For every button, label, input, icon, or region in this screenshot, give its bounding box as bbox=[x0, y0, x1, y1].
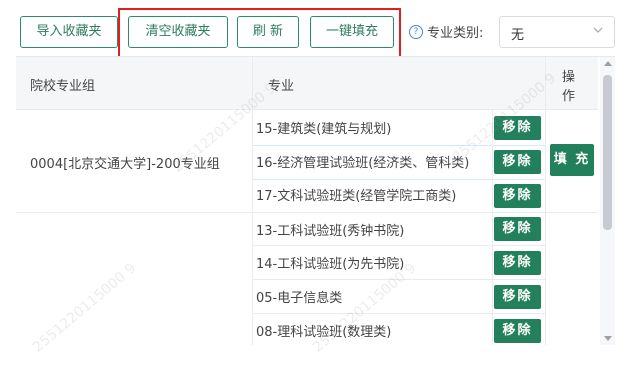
major-name: 08-理科试验班(数理类) bbox=[256, 325, 392, 340]
major-name: 05-电子信息类 bbox=[256, 291, 343, 306]
remove-button[interactable]: 移除 bbox=[494, 251, 541, 275]
major-name: 16-经济管理试验班(经济类、管科类) bbox=[256, 156, 470, 171]
header-action-2: 作 bbox=[562, 89, 576, 104]
major-name: 15-建筑类(建筑与规划) bbox=[256, 122, 392, 137]
scroll-down-arrow-icon[interactable] bbox=[604, 336, 612, 341]
header-major: 专业 bbox=[268, 79, 295, 94]
remove-button[interactable]: 移除 bbox=[494, 184, 541, 208]
header-school: 院校专业组 bbox=[30, 79, 96, 94]
import-favorites-button[interactable]: 导入收藏夹 bbox=[20, 16, 118, 48]
major-name: 14-工科试验班(为先书院) bbox=[256, 257, 405, 272]
table-header bbox=[16, 57, 598, 109]
category-select[interactable]: 无 bbox=[499, 16, 615, 48]
autofill-button[interactable]: 一键填充 bbox=[310, 16, 394, 48]
help-icon[interactable]: ? bbox=[409, 25, 423, 39]
chevron-down-icon bbox=[593, 27, 603, 33]
category-label: 专业类别: bbox=[427, 26, 484, 41]
remove-button[interactable]: 移除 bbox=[494, 319, 541, 343]
scroll-up-arrow-icon[interactable] bbox=[604, 61, 612, 66]
remove-button[interactable]: 移除 bbox=[494, 116, 541, 140]
fill-button[interactable]: 填 充 bbox=[550, 144, 594, 176]
refresh-button[interactable]: 刷 新 bbox=[237, 16, 299, 48]
header-action-1: 操 bbox=[562, 70, 576, 85]
major-name: 13-工科试验班(秀钟书院) bbox=[256, 224, 405, 239]
category-select-value: 无 bbox=[511, 28, 525, 43]
vertical-scrollbar[interactable] bbox=[600, 57, 615, 345]
school-group-name: 0004[北京交通大学]-200专业组 bbox=[30, 157, 220, 172]
remove-button[interactable]: 移除 bbox=[494, 150, 541, 174]
clear-favorites-button[interactable]: 清空收藏夹 bbox=[128, 16, 228, 48]
remove-button[interactable]: 移除 bbox=[494, 285, 541, 309]
favorites-table: 院校专业组 专业 操 作 0004[北京交通大学]-200专业组 15-建筑类(… bbox=[16, 56, 615, 345]
major-name: 17-文科试验班类(经管学院工商类) bbox=[256, 189, 457, 204]
scrollbar-thumb[interactable] bbox=[603, 75, 612, 230]
remove-button[interactable]: 移除 bbox=[494, 217, 541, 241]
